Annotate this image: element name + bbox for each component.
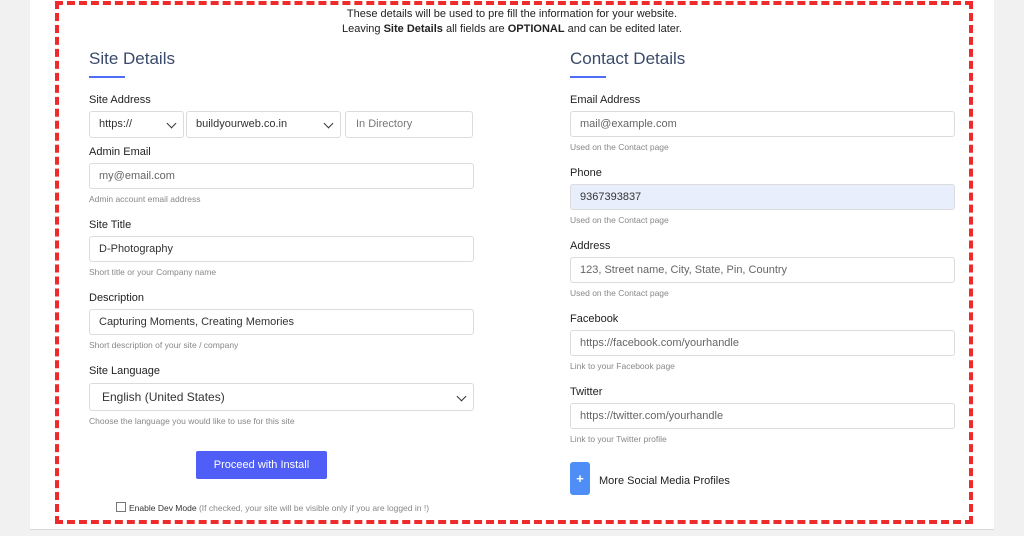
contact-email-field[interactable]: mail@example.com	[570, 111, 955, 137]
site-language-label: Site Language	[89, 365, 160, 377]
proceed-install-button[interactable]: Proceed with Install	[196, 451, 327, 479]
site-title-label: Site Title	[89, 219, 132, 231]
dev-mode-note: (If checked, your site will be visible o…	[198, 503, 430, 513]
chevron-down-icon	[166, 118, 177, 129]
phone-help: Used on the Contact page	[570, 215, 669, 225]
notice-line-1: These details will be used to pre fill t…	[346, 8, 678, 20]
protocol-value: https://	[99, 118, 133, 130]
contact-details-heading: Contact Details	[570, 49, 686, 68]
address-field[interactable]: 123, Street name, City, State, Pin, Coun…	[570, 257, 955, 283]
site-title-field[interactable]: D-Photography	[89, 236, 474, 262]
chevron-down-icon	[456, 391, 467, 402]
notice-text: and can be edited later.	[564, 23, 682, 35]
contact-details-underline	[570, 76, 606, 78]
domain-select[interactable]: buildyourweb.co.in	[186, 111, 341, 138]
email-help: Used on the Contact page	[570, 142, 669, 152]
site-details-heading: Site Details	[89, 49, 175, 68]
notice-text: all fields are	[442, 23, 508, 35]
admin-email-label: Admin Email	[89, 146, 151, 158]
facebook-help: Link to your Facebook page	[570, 361, 675, 371]
notice-line-2: Leaving Site Details all fields are OPTI…	[0, 22, 1024, 37]
admin-email-field[interactable]: my@email.com	[89, 163, 474, 189]
facebook-label: Facebook	[570, 313, 619, 325]
language-help: Choose the language you would like to us…	[89, 416, 295, 426]
address-help: Used on the Contact page	[570, 288, 669, 298]
description-help: Short description of your site / company	[89, 340, 239, 350]
phone-label: Phone	[570, 167, 602, 179]
email-address-label: Email Address	[570, 94, 641, 106]
description-label: Description	[89, 292, 145, 304]
protocol-select[interactable]: https://	[89, 111, 184, 138]
phone-field[interactable]: 9367393837	[570, 184, 955, 210]
dev-mode-option[interactable]: Enable Dev Mode (If checked, your site w…	[116, 502, 429, 513]
twitter-label: Twitter	[570, 386, 603, 398]
facebook-field[interactable]: https://facebook.com/yourhandle	[570, 330, 955, 356]
notice-text: Leaving	[342, 23, 384, 35]
site-address-label: Site Address	[89, 94, 151, 106]
info-notice: These details will be used to pre fill t…	[0, 7, 1024, 37]
address-label: Address	[570, 240, 611, 252]
admin-email-help: Admin account email address	[89, 194, 201, 204]
dev-mode-label: Enable Dev Mode	[129, 503, 197, 513]
description-field[interactable]: Capturing Moments, Creating Memories	[89, 309, 474, 335]
twitter-help: Link to your Twitter profile	[570, 434, 667, 444]
more-social-profiles-link[interactable]: More Social Media Profiles	[599, 475, 730, 487]
language-value: English (United States)	[102, 390, 225, 404]
plus-icon: +	[576, 471, 584, 486]
add-social-button[interactable]: +	[570, 462, 590, 495]
site-details-underline	[89, 76, 125, 78]
checkbox-icon[interactable]	[116, 502, 126, 512]
notice-bold-site-details: Site Details	[383, 23, 443, 35]
notice-bold-optional: OPTIONAL	[507, 23, 565, 35]
directory-input[interactable]: In Directory	[345, 111, 473, 138]
domain-value: buildyourweb.co.in	[196, 118, 288, 130]
divider	[30, 529, 994, 530]
language-select[interactable]: English (United States)	[89, 383, 474, 411]
chevron-down-icon	[323, 118, 334, 129]
twitter-field[interactable]: https://twitter.com/yourhandle	[570, 403, 955, 429]
site-title-help: Short title or your Company name	[89, 267, 217, 277]
